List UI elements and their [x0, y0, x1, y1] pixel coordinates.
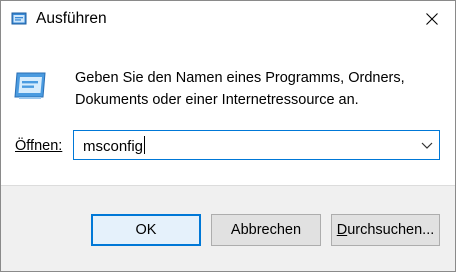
- window-title: Ausführen: [36, 10, 107, 27]
- button-bar: OK Abbrechen Durchsuchen...: [1, 185, 455, 271]
- text-caret: [144, 136, 146, 154]
- open-combobox[interactable]: msconfig: [73, 130, 440, 160]
- run-dialog-icon: [11, 12, 27, 25]
- run-dialog-icon: [14, 72, 46, 99]
- open-label-text: Öffnen:: [15, 138, 63, 154]
- browse-button[interactable]: Durchsuchen...: [331, 214, 440, 246]
- title-bar[interactable]: Ausführen: [1, 1, 455, 37]
- chevron-down-icon[interactable]: [421, 140, 433, 150]
- open-input-value: msconfig: [83, 138, 144, 155]
- dialog-description: Geben Sie den Namen eines Programms, Ord…: [75, 70, 405, 108]
- dialog-content: Geben Sie den Namen eines Programms, Ord…: [1, 37, 455, 185]
- open-label: Öffnen:: [15, 138, 62, 154]
- browse-label-rest: urchsuchen...: [347, 222, 435, 238]
- open-input[interactable]: msconfig: [83, 136, 146, 155]
- close-icon: [426, 13, 438, 25]
- cancel-button[interactable]: Abbrechen: [211, 214, 321, 246]
- browse-mnemonic: D: [336, 222, 348, 238]
- run-dialog: Ausführen Geben Sie den Namen eines Prog…: [0, 0, 456, 272]
- close-button[interactable]: [409, 1, 455, 37]
- ok-button[interactable]: OK: [91, 214, 201, 246]
